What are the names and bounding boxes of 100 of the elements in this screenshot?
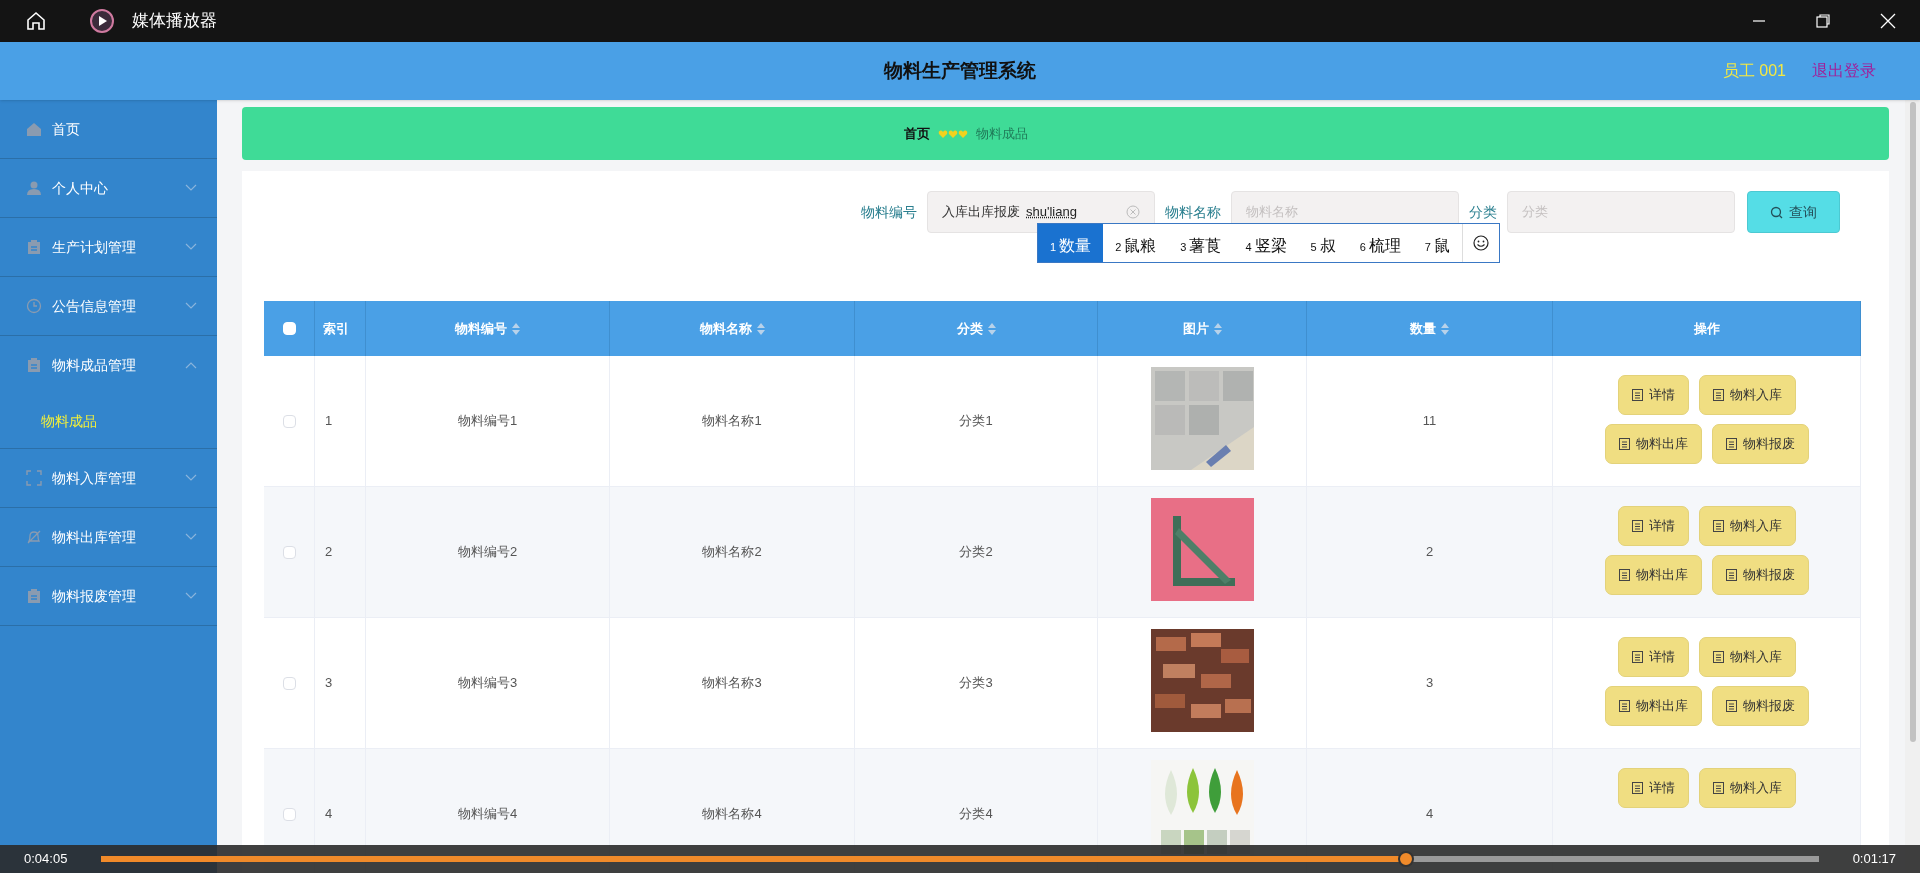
document-icon xyxy=(1618,700,1630,712)
column-header: 索引 xyxy=(323,319,349,338)
document-icon xyxy=(1618,438,1630,450)
table-cell-text: 物料编号4 xyxy=(457,805,518,824)
action-button[interactable]: 详情 xyxy=(1617,506,1689,546)
table-cell-text: 3 xyxy=(1425,674,1434,693)
sort-icon[interactable] xyxy=(1213,322,1222,335)
action-button[interactable]: 物料入库 xyxy=(1698,506,1796,546)
clear-icon[interactable] xyxy=(1126,205,1140,219)
search-icon xyxy=(1770,205,1783,219)
field-label: 物料名称 xyxy=(1165,202,1221,222)
table-cell-text: 分类2 xyxy=(959,543,993,562)
frame-corners-icon xyxy=(26,470,42,486)
row-checkbox[interactable] xyxy=(282,807,296,821)
sidebar-item[interactable]: 物料出库管理 xyxy=(0,508,217,566)
progress-thumb[interactable] xyxy=(1398,851,1415,867)
user-icon xyxy=(26,180,42,196)
action-button[interactable]: 物料报废 xyxy=(1711,555,1809,595)
sort-icon[interactable] xyxy=(1441,322,1449,335)
field-label: 物料编号 xyxy=(861,202,917,222)
candidate-item[interactable]: 1 数量 xyxy=(1038,224,1104,262)
play-icon xyxy=(89,8,115,34)
app-title: 物料生产管理系统 xyxy=(884,58,1036,83)
clock-icon xyxy=(26,298,42,314)
document-icon xyxy=(1725,569,1737,581)
house-icon xyxy=(26,121,42,137)
column-header: 分类 xyxy=(956,319,983,338)
action-button[interactable]: 详情 xyxy=(1617,637,1689,677)
action-button[interactable]: 物料报废 xyxy=(1711,424,1809,464)
hearts-icon xyxy=(937,128,968,139)
table-cell-text: 物料编号2 xyxy=(457,543,518,562)
action-button[interactable]: 物料报废 xyxy=(1711,686,1809,726)
sidebar-item[interactable]: 物料入库管理 xyxy=(0,449,217,507)
candidate-item[interactable]: 3 薯莨 xyxy=(1168,224,1234,262)
clipboard-icon xyxy=(26,239,42,255)
document-icon xyxy=(1725,438,1737,450)
scrollbar[interactable] xyxy=(1909,102,1916,742)
table-cell-text: 4 xyxy=(1425,805,1434,824)
smiley-icon[interactable] xyxy=(1472,235,1489,251)
home-icon[interactable] xyxy=(25,10,47,32)
column-header: 操作 xyxy=(1693,319,1720,338)
table-cell-text: 4 xyxy=(325,805,333,824)
chevron-down-icon xyxy=(185,474,197,482)
chevron-down-icon xyxy=(185,592,197,600)
row-checkbox[interactable] xyxy=(282,414,296,428)
field-label: 分类 xyxy=(1469,202,1497,222)
select-all-checkbox[interactable] xyxy=(282,322,296,335)
action-button[interactable]: 详情 xyxy=(1617,375,1689,415)
table-cell-text: 2 xyxy=(1425,543,1434,562)
action-button[interactable]: 详情 xyxy=(1617,768,1689,808)
row-checkbox[interactable] xyxy=(282,676,296,690)
progress-track[interactable] xyxy=(101,850,1819,868)
column-header: 物料名称 xyxy=(699,319,752,338)
close-icon[interactable] xyxy=(1880,13,1896,29)
table-cell-text: 分类1 xyxy=(959,412,993,431)
chevron-down-icon xyxy=(185,533,197,541)
chevron-down-icon xyxy=(185,184,197,192)
table-cell-text: 2 xyxy=(325,543,333,562)
sort-icon[interactable] xyxy=(512,322,520,335)
user-name: 员工 001 xyxy=(1722,61,1786,81)
action-button[interactable]: 物料入库 xyxy=(1698,637,1796,677)
table-cell-text: 分类4 xyxy=(959,805,993,824)
chevron-down-icon xyxy=(185,243,197,251)
action-button[interactable]: 物料出库 xyxy=(1604,424,1702,464)
table-cell-text: 分类3 xyxy=(959,674,993,693)
sidebar-item[interactable]: 个人中心 xyxy=(0,159,217,217)
table-cell-text: 物料编号3 xyxy=(457,674,518,693)
document-icon xyxy=(1712,782,1724,794)
sort-icon[interactable] xyxy=(756,322,765,335)
document-icon xyxy=(1631,782,1643,794)
bell-slash-icon xyxy=(26,529,42,545)
table-cell-text: 1 xyxy=(325,412,333,431)
action-button[interactable]: 物料出库 xyxy=(1604,686,1702,726)
clipboard-icon xyxy=(26,588,42,604)
sidebar-item[interactable]: 公告信息管理 xyxy=(0,277,217,335)
window-title: 媒体播放器 xyxy=(132,10,217,33)
chevron-up-icon xyxy=(185,361,197,369)
sidebar-item[interactable]: 生产计划管理 xyxy=(0,218,217,276)
restore-icon[interactable] xyxy=(1816,14,1830,28)
row-checkbox[interactable] xyxy=(282,545,296,559)
document-icon xyxy=(1725,700,1737,712)
document-icon xyxy=(1712,520,1724,532)
action-button[interactable]: 物料入库 xyxy=(1698,375,1796,415)
elapsed-time: 0:04:05 xyxy=(24,850,68,869)
action-button[interactable]: 物料入库 xyxy=(1698,768,1796,808)
search-button[interactable]: 查询 xyxy=(1747,191,1840,233)
breadcrumb-link[interactable]: 首页 xyxy=(903,123,930,144)
sidebar-item[interactable]: 首页 xyxy=(0,100,217,158)
document-icon xyxy=(1631,389,1643,401)
table-cell-text: 物料编号1 xyxy=(457,412,518,431)
sidebar-item[interactable]: 物料报废管理 xyxy=(0,567,217,625)
sort-icon[interactable] xyxy=(987,322,996,335)
sidebar-item[interactable]: 物料成品管理 xyxy=(0,336,217,394)
column-header: 图片 xyxy=(1182,319,1209,338)
document-icon xyxy=(1618,569,1630,581)
document-icon xyxy=(1631,651,1643,663)
action-button[interactable]: 物料出库 xyxy=(1604,555,1702,595)
remaining-time: 0:01:17 xyxy=(1852,850,1896,869)
table-cell-text: 3 xyxy=(325,674,333,693)
chevron-down-icon xyxy=(185,302,197,310)
